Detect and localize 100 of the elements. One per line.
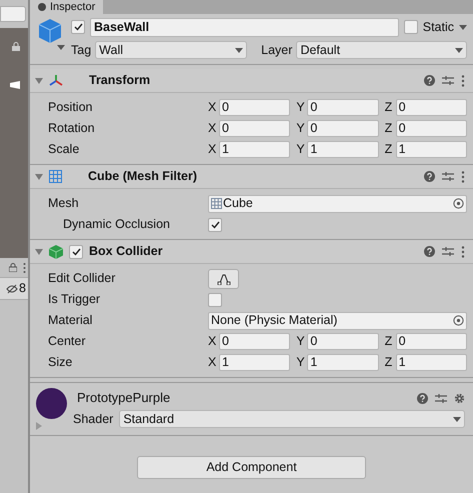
property-label: Center [48,334,86,348]
axis-label: Z [384,354,393,372]
object-field[interactable]: Cube [208,194,467,212]
settings-sliders-icon[interactable] [442,75,454,86]
property-label: Material [48,313,92,328]
axis-label: Y [296,333,304,350]
axis-label: X [208,99,216,116]
property-label: Size [48,355,72,370]
number-field[interactable]: 0 [396,120,467,137]
check-icon [74,23,82,31]
axis-label: Z [384,333,393,350]
hidden-count: 8 [19,280,26,298]
help-icon[interactable] [417,392,428,404]
active-checkbox[interactable] [71,20,85,34]
expand-triangle-icon[interactable] [35,78,43,84]
axis-label: Y [296,120,304,138]
help-icon[interactable] [424,171,435,182]
axis-label: Y [296,354,304,372]
dropdown-caret-icon [453,416,461,422]
field-value: Cube [223,195,253,212]
number-field[interactable]: 1 [219,141,290,158]
checkbox[interactable] [208,292,222,306]
dropdown-caret-icon [455,48,463,52]
property-label: Dynamic Occlusion [63,217,170,232]
component-title: Transform [89,72,150,90]
dropdown-caret-icon [459,24,467,30]
more-options-icon[interactable] [461,74,465,86]
layer-label: Layer [261,42,292,59]
tag-label: Tag [71,42,92,59]
object-picker-icon[interactable] [453,198,464,209]
property-label: Edit Collider [48,271,116,286]
layer-dropdown[interactable]: Default [296,41,467,59]
static-checkbox[interactable] [404,20,418,34]
search-field[interactable] [0,6,26,22]
number-field[interactable]: 0 [307,333,379,350]
object-field[interactable]: None (Physic Material) [208,312,467,330]
number-field[interactable]: 0 [307,99,379,116]
axis-label: Z [384,141,393,158]
axis-label: Y [296,141,304,158]
number-field[interactable]: 0 [396,333,467,350]
check-icon [72,248,80,256]
inspector-tab[interactable]: Inspector [30,0,104,14]
property-label: Scale [48,142,80,156]
number-field[interactable]: 0 [307,120,379,137]
cube-icon [38,19,62,45]
number-field[interactable]: 1 [219,354,290,371]
settings-sliders-icon[interactable] [442,246,454,257]
help-icon[interactable] [424,75,435,86]
static-label: Static [422,18,454,36]
component-title: Box Collider [89,243,163,260]
expand-triangle-icon[interactable] [35,174,43,180]
number-field[interactable]: 1 [307,354,379,371]
tag-dropdown[interactable]: Wall [95,41,248,59]
field-value: None (Physic Material) [211,312,338,330]
help-icon[interactable] [424,246,435,257]
number-field[interactable]: 0 [219,120,290,137]
number-field[interactable]: 1 [307,141,379,158]
shader-label: Shader [73,411,114,428]
number-field[interactable]: 0 [219,99,290,116]
number-field[interactable]: 1 [396,141,467,158]
number-field[interactable]: 0 [219,333,290,350]
settings-sliders-icon[interactable] [442,171,454,182]
component-title: Cube (Mesh Filter) [88,168,198,186]
shader-dropdown[interactable]: Standard [119,410,465,428]
check-icon [210,220,220,228]
expand-triangle-icon[interactable] [35,248,43,254]
object-picker-icon[interactable] [453,315,464,326]
material-name: PrototypePurple [76,389,170,408]
property-label: Rotation [48,121,95,136]
lock-icon[interactable] [12,42,20,51]
axis-label: Z [384,120,393,138]
name-field[interactable]: BaseWall [90,18,399,36]
add-component-button[interactable]: Add Component [137,456,366,479]
number-field[interactable]: 0 [396,99,467,116]
axis-label: X [208,333,216,350]
enable-checkbox[interactable] [69,244,83,258]
dropdown-caret-icon [235,48,244,52]
edit-collider-button[interactable] [208,268,239,288]
collider-cube-icon [49,244,63,258]
hidden-eye-icon[interactable] [6,284,18,294]
more-options-icon[interactable] [461,170,465,182]
settings-sliders-icon[interactable] [435,392,447,404]
axis-label: Z [384,99,393,116]
axis-label: Y [296,99,304,116]
property-label: Position [48,100,92,114]
property-label: Is Trigger [48,292,100,306]
axis-label: X [208,141,216,158]
light-shape-icon [10,81,20,89]
axis-label: X [208,120,216,138]
dropdown-caret-icon [57,45,65,50]
grid-icon [49,170,62,183]
settings-icon[interactable] [454,392,465,404]
more-options-icon[interactable] [23,262,26,272]
lock-icon[interactable] [9,263,17,272]
number-field[interactable]: 1 [396,354,467,371]
polygon-handles-icon [216,272,230,284]
axis-label: X [208,354,216,372]
grid-icon [211,198,222,209]
more-options-icon[interactable] [461,246,465,258]
checkbox[interactable] [208,218,222,232]
